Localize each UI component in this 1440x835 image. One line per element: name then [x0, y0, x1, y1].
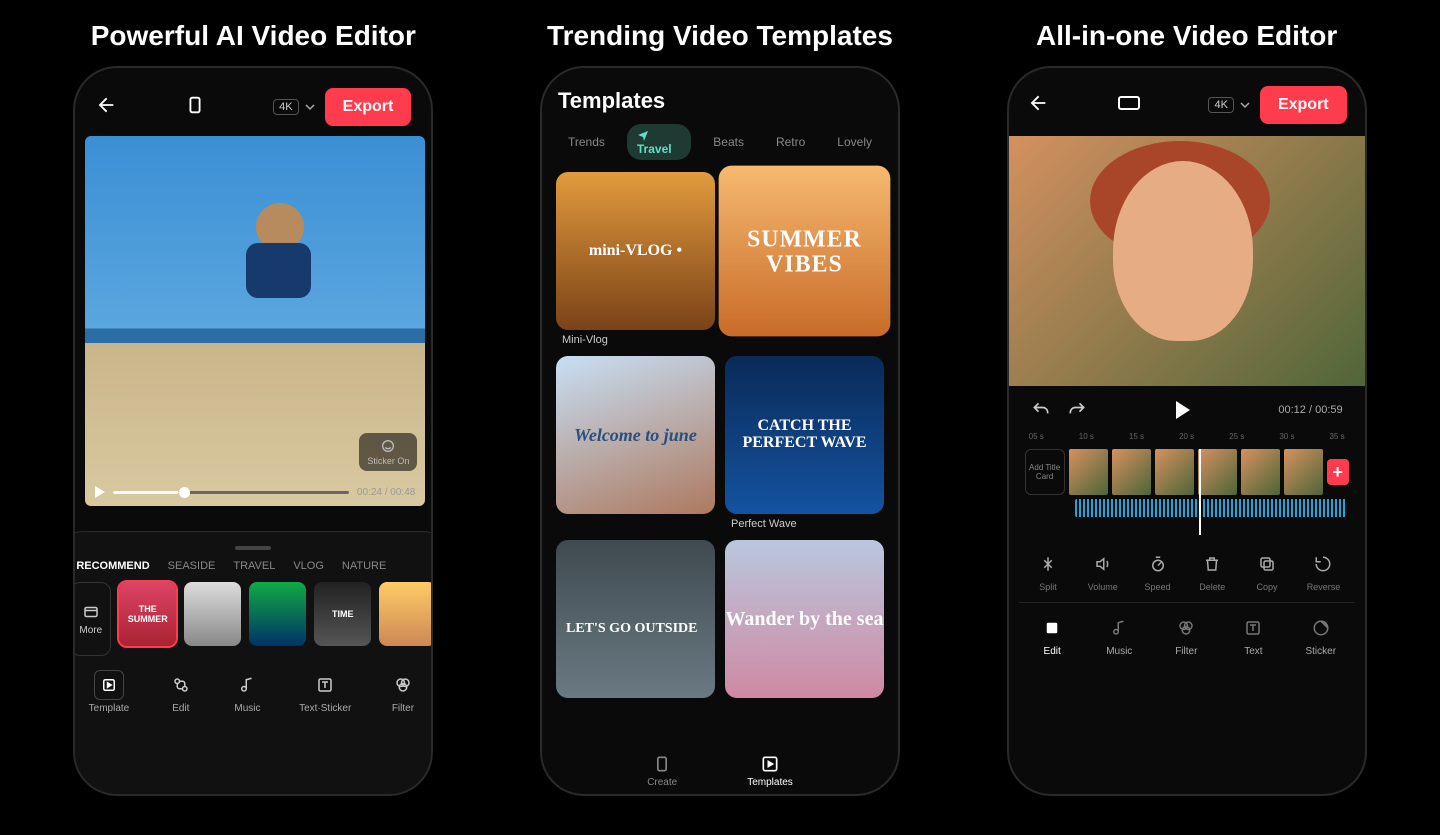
tool-music[interactable]: Music: [232, 670, 262, 714]
headline-1: Powerful AI Video Editor: [91, 20, 416, 52]
phone-frame-2: Templates Trends Travel Beats Retro Love…: [540, 66, 900, 796]
timeline-clip[interactable]: [1241, 449, 1280, 495]
video-preview[interactable]: [1007, 136, 1367, 386]
tool-volume[interactable]: Volume: [1088, 549, 1118, 592]
timeline[interactable]: Add Title Card +: [1019, 449, 1355, 535]
aspect-icon[interactable]: [1117, 95, 1141, 116]
playhead[interactable]: [1199, 449, 1201, 535]
undo-icon[interactable]: [1031, 400, 1051, 420]
phone-frame-3: 4K Export 00:12 / 00:59 05 s 10 s 15 s 2…: [1007, 66, 1367, 796]
play-icon[interactable]: [95, 486, 105, 498]
tool-speed[interactable]: Speed: [1143, 549, 1173, 592]
nav-templates[interactable]: Templates: [747, 754, 793, 788]
tab-vlog[interactable]: VLOG: [293, 560, 324, 572]
resolution-badge[interactable]: 4K: [273, 99, 298, 115]
drawer-handle[interactable]: [235, 546, 271, 550]
main-tab-music[interactable]: Music: [1104, 613, 1134, 657]
headline-3: All-in-one Video Editor: [1036, 20, 1337, 52]
template-thumb[interactable]: TIME: [314, 582, 371, 646]
timecode: 00:24 / 00:48: [357, 487, 415, 498]
timeline-clip[interactable]: [1112, 449, 1151, 495]
preview-subject: [221, 203, 341, 383]
tab-recommend[interactable]: RECOMMEND: [76, 560, 149, 572]
redo-icon[interactable]: [1067, 400, 1087, 420]
panel-templates: Trending Video Templates Templates Trend…: [495, 0, 945, 835]
resolution-badge[interactable]: 4K: [1208, 97, 1233, 113]
chevron-down-icon[interactable]: [1240, 100, 1250, 110]
template-thumb[interactable]: [184, 582, 241, 646]
play-icon[interactable]: [1176, 401, 1190, 419]
timeline-clip[interactable]: [1198, 449, 1237, 495]
tool-text-sticker[interactable]: Text·Sticker: [299, 670, 351, 714]
export-button[interactable]: Export: [325, 88, 412, 126]
preview-subject: [1113, 161, 1253, 341]
tab-travel[interactable]: TRAVEL: [233, 560, 275, 572]
tab-seaside[interactable]: SEASIDE: [168, 560, 216, 572]
timeline-clip[interactable]: [1284, 449, 1323, 495]
template-card[interactable]: LET'S GO OUTSIDE: [556, 540, 715, 698]
cat-beats[interactable]: Beats: [703, 131, 754, 153]
phone-frame-1: 4K Export Sticker On 00:24 / 00:48 RECOM…: [73, 66, 433, 796]
audio-track[interactable]: [1075, 499, 1347, 517]
tool-template[interactable]: Template: [89, 670, 130, 714]
headline-2: Trending Video Templates: [547, 20, 893, 52]
main-tab-text[interactable]: Text: [1238, 613, 1268, 657]
template-card[interactable]: mini-VLOG •: [556, 172, 715, 330]
template-label: Mini-Vlog: [562, 334, 715, 346]
tool-copy[interactable]: Copy: [1252, 549, 1282, 592]
tool-reverse[interactable]: Reverse: [1307, 549, 1341, 592]
cat-lovely[interactable]: Lovely: [827, 131, 882, 153]
nav-create[interactable]: Create: [647, 754, 677, 788]
aspect-icon[interactable]: [184, 94, 206, 121]
template-card[interactable]: Welcome to june: [556, 356, 715, 514]
template-label: Perfect Wave: [731, 518, 884, 530]
add-title-card-button[interactable]: Add Title Card: [1025, 449, 1065, 495]
video-preview[interactable]: Sticker On 00:24 / 00:48: [85, 136, 425, 506]
timeline-clip[interactable]: [1155, 449, 1194, 495]
template-drawer: RECOMMEND SEASIDE TRAVEL VLOG NATURE Mor…: [73, 531, 433, 796]
templates-title: Templates: [558, 88, 882, 114]
timeline-ruler: 05 s 10 s 15 s 20 s 25 s 30 s 35 s: [1019, 424, 1355, 445]
template-tabs: RECOMMEND SEASIDE TRAVEL VLOG NATURE: [76, 560, 430, 572]
template-thumb[interactable]: THE SUMMER: [119, 582, 176, 646]
template-card[interactable]: CATCH THE PERFECT WAVE: [725, 356, 884, 514]
timeline-clip[interactable]: [1069, 449, 1108, 495]
export-button[interactable]: Export: [1260, 86, 1347, 124]
tool-edit[interactable]: Edit: [166, 670, 196, 714]
back-arrow-icon[interactable]: [1027, 92, 1049, 119]
tool-split[interactable]: Split: [1033, 549, 1063, 592]
editor-main-tabs: Edit Music Filter Text Sticker: [1019, 602, 1355, 657]
template-thumb[interactable]: [249, 582, 306, 646]
main-tab-filter[interactable]: Filter: [1171, 613, 1201, 657]
clip-tools: Split Volume Speed Delete Copy Reverse: [1021, 549, 1353, 592]
template-card[interactable]: SUMMER VIBES: [719, 166, 891, 337]
add-clip-button[interactable]: +: [1327, 459, 1349, 485]
main-tab-sticker[interactable]: Sticker: [1305, 613, 1336, 657]
sticker-toggle[interactable]: Sticker On: [359, 433, 417, 471]
template-thumb[interactable]: [379, 582, 433, 646]
timecode: 00:12 / 00:59: [1278, 404, 1342, 416]
template-card[interactable]: Wander by the sea: [725, 540, 884, 698]
seek-bar[interactable]: [113, 491, 349, 494]
cat-retro[interactable]: Retro: [766, 131, 815, 153]
chevron-down-icon[interactable]: [305, 102, 315, 112]
category-row: Trends Travel Beats Retro Lovely: [558, 124, 882, 160]
back-arrow-icon[interactable]: [95, 94, 117, 121]
panel-allinone: All-in-one Video Editor 4K Export: [962, 0, 1412, 835]
tool-delete[interactable]: Delete: [1197, 549, 1227, 592]
tab-nature[interactable]: NATURE: [342, 560, 386, 572]
more-templates-button[interactable]: More: [73, 582, 111, 656]
main-tab-edit[interactable]: Edit: [1037, 613, 1067, 657]
panel-ai-editor: Powerful AI Video Editor 4K Export Stick…: [28, 0, 478, 835]
tool-filter[interactable]: Filter: [388, 670, 418, 714]
cat-trends[interactable]: Trends: [558, 131, 615, 153]
bottom-nav: Create Templates: [542, 754, 898, 788]
cat-travel[interactable]: Travel: [627, 124, 691, 160]
